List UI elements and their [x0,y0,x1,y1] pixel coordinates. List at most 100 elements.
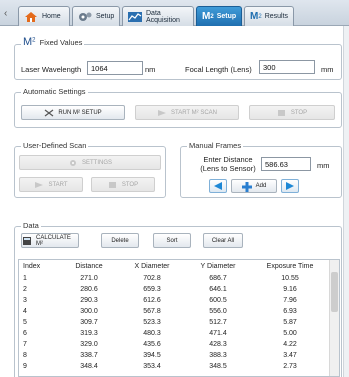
table-cell: 567.8 [143,308,161,315]
stop-icon [277,109,287,117]
table-cell: 2 [23,286,27,293]
distance-unit: mm [317,161,330,170]
manual-frames-title: Manual Frames [187,141,244,150]
next-frame-button[interactable] [281,179,299,193]
arrow-right-icon [286,182,294,190]
table-cell: 353.4 [143,363,161,370]
column-header-index[interactable]: Index [19,260,59,273]
window-edge [343,26,349,377]
tab-home-label: Home [42,13,61,20]
calculate-m2-button[interactable]: CALCULATE M² [21,233,79,248]
table-cell: 8 [23,352,27,359]
wavelength-label: Laser Wavelength [21,65,82,74]
scan-icon [157,109,167,117]
tab-m2-setup[interactable]: M2 Setup [196,6,242,26]
auto-stop-button[interactable]: STOP [249,105,335,120]
tab-m2-results[interactable]: M2 Results [244,6,294,26]
wavelength-input[interactable]: 1064 [87,61,143,75]
gear-icon [78,11,92,23]
column-header-distance[interactable]: Distance [59,260,119,273]
table-cell: 471.4 [209,330,227,337]
auto-stop-label: STOP [290,109,308,116]
table-cell: 702.8 [143,275,161,282]
table-cell: 280.6 [80,286,98,293]
distance-input[interactable]: 586.63 [261,157,311,171]
tab-m2-setup-sup: 2 [210,13,214,20]
table-cell: 271.0 [80,275,98,282]
previous-frame-button[interactable] [209,179,227,193]
table-cell: 6 [23,330,27,337]
calculator-icon [22,236,32,245]
add-frame-label: Add [255,183,267,189]
table-cell: 9.16 [283,286,297,293]
user-stop-label: STOP [121,181,139,188]
table-row[interactable]: 2 280.6 659.3 646.1 9.16 [19,284,329,295]
focal-length-input[interactable]: 300 [259,60,315,74]
column-header-exposure-time[interactable]: Exposure Time [251,260,329,273]
start-m2-scan-button[interactable]: START M² SCAN [135,105,239,120]
fixed-values-group: M2 Fixed Values Laser Wavelength 1064 nm… [14,36,342,80]
table-cell: 300.0 [80,308,98,315]
tab-m2-results-label: Results [264,13,289,20]
table-row[interactable]: 5 309.7 523.3 512.7 5.87 [19,317,329,328]
table-row[interactable]: 7 329.0 435.6 428.3 4.22 [19,339,329,350]
table-cell: 686.7 [209,275,227,282]
sort-button[interactable]: Sort [153,233,191,248]
table-cell: 4.22 [283,341,297,348]
wavelength-unit: nm [145,65,156,74]
table-cell: 3 [23,297,27,304]
arrow-left-icon [214,182,222,190]
user-start-button[interactable]: START [19,177,83,192]
fixed-values-title: M2 Fixed Values [21,36,85,48]
fixed-values-title-sup: 2 [32,37,36,44]
table-cell: 435.6 [143,341,161,348]
tab-m2-results-prefix: M [250,11,259,22]
tab-data-acquisition[interactable]: Data Acquisition [122,6,194,26]
user-stop-button[interactable]: STOP [91,177,155,192]
table-cell: 9 [23,363,27,370]
table-cell: 512.7 [209,319,227,326]
wrench-icon [44,109,54,117]
data-acquisition-icon [128,11,142,23]
tab-home[interactable]: Home [18,6,70,26]
plus-icon [241,182,252,192]
back-arrow-icon[interactable]: ‹ [4,8,7,19]
column-header-y-diameter[interactable]: Y Diameter [185,260,251,273]
tab-m2-setup-label: Setup [216,13,237,20]
data-title: Data [21,221,41,230]
scan-settings-button[interactable]: SETTINGS [19,155,161,170]
table-cell: 1 [23,275,27,282]
table-header-row: Index Distance X Diameter Y Diameter Exp… [19,260,329,273]
table-row[interactable]: 4 300.0 567.8 556.0 6.93 [19,306,329,317]
delete-button[interactable]: Delete [101,233,139,248]
fixed-values-title-text: Fixed Values [39,38,83,47]
table-scrollbar[interactable] [329,260,339,376]
table-row[interactable]: 8 338.7 394.5 388.3 3.47 [19,350,329,361]
table-cell: 3.47 [283,352,297,359]
table-cell: 600.5 [209,297,227,304]
stop-icon [108,181,118,189]
table-cell: 388.3 [209,352,227,359]
table-cell: 659.3 [143,286,161,293]
tab-setup[interactable]: Setup [72,6,120,26]
table-row[interactable]: 3 290.3 612.6 600.5 7.96 [19,295,329,306]
table-cell: 5.00 [283,330,297,337]
table-row[interactable]: 9 348.4 353.4 348.5 2.73 [19,361,329,372]
clear-all-button[interactable]: Clear All [203,233,243,248]
table-cell: 2.73 [283,363,297,370]
automatic-settings-group: Automatic Settings RUN M² SETUP START M²… [14,87,342,128]
table-row[interactable]: 6 319.3 480.3 471.4 5.00 [19,328,329,339]
column-header-x-diameter[interactable]: X Diameter [119,260,185,273]
table-cell: 329.0 [80,341,98,348]
run-m2-setup-button[interactable]: RUN M² SETUP [21,105,125,120]
enter-distance-label: Enter Distance [203,155,253,164]
add-frame-button[interactable]: Add [231,179,277,193]
table-cell: 394.5 [143,352,161,359]
table-cell: 4 [23,308,27,315]
home-icon [24,11,38,23]
table-scrollbar-thumb[interactable] [331,272,338,312]
focal-length-unit: mm [321,65,334,74]
table-cell: 10.55 [281,275,299,282]
table-cell: 523.3 [143,319,161,326]
table-row[interactable]: 1 271.0 702.8 686.7 10.55 [19,273,329,284]
